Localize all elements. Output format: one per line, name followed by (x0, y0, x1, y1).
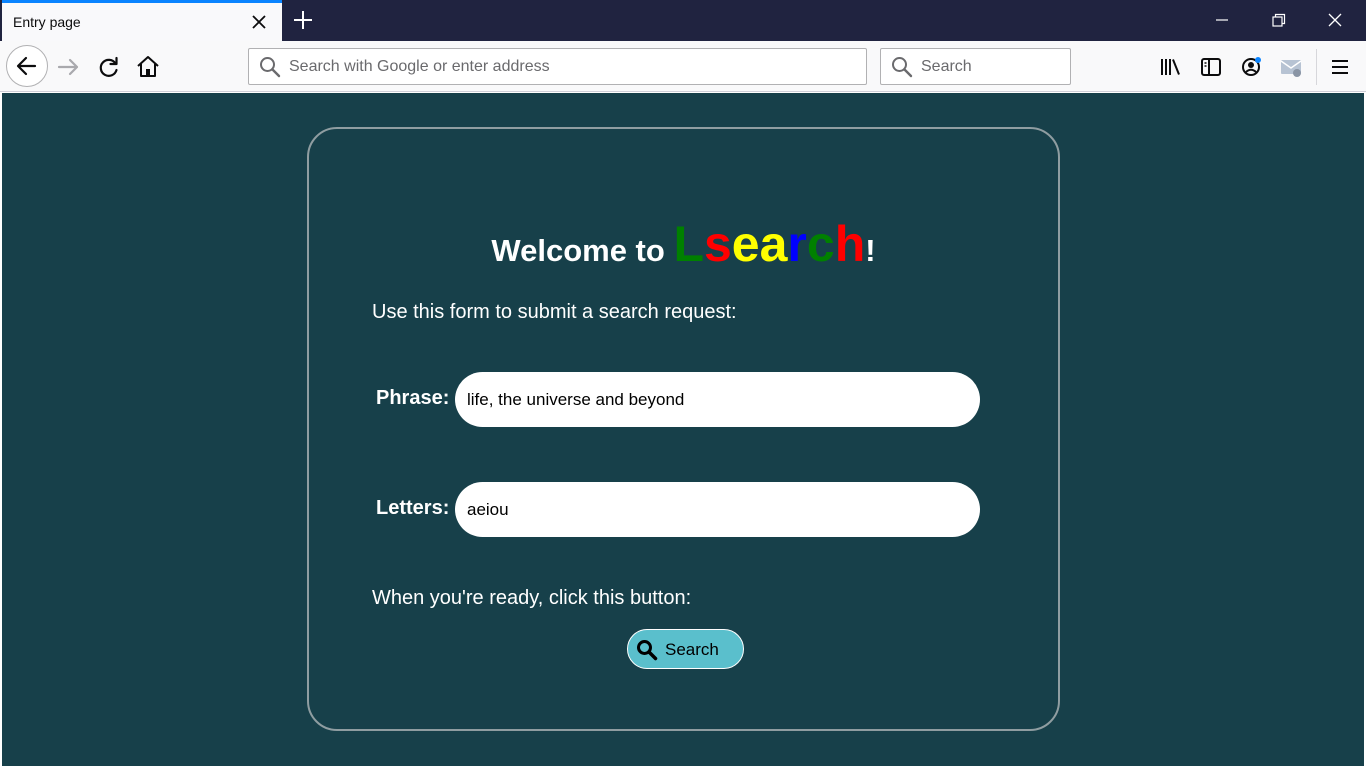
search-bar-input[interactable] (921, 49, 1061, 84)
restore-icon[interactable] (1256, 0, 1302, 41)
hamburger-menu-icon[interactable] (1328, 55, 1352, 79)
sidebar-icon[interactable] (1199, 55, 1223, 79)
brand-letter: e (731, 216, 760, 272)
home-icon[interactable] (132, 51, 164, 83)
phrase-label: Phrase: (376, 387, 450, 409)
search-icon (892, 57, 913, 78)
intro-text: Use this form to submit a search request… (372, 301, 737, 323)
window-close-icon[interactable] (1312, 0, 1358, 41)
search-icon (260, 57, 281, 78)
letters-input[interactable] (455, 482, 980, 537)
browser-titlebar: Entry page (0, 0, 1366, 41)
welcome-suffix: ! (865, 233, 876, 268)
search-icon (637, 640, 658, 661)
phrase-input[interactable] (455, 372, 980, 427)
search-submit-button[interactable]: Search (627, 629, 744, 669)
account-icon[interactable] (1239, 55, 1263, 79)
forward-arrow-icon[interactable] (53, 51, 85, 83)
address-input[interactable] (289, 49, 849, 84)
new-tab-icon[interactable] (291, 7, 315, 33)
reload-icon[interactable] (93, 51, 125, 83)
ready-text: When you're ready, click this button: (372, 587, 692, 609)
library-icon[interactable] (1159, 55, 1183, 79)
tab-entry-page[interactable]: Entry page (2, 0, 282, 41)
close-icon[interactable] (248, 11, 270, 33)
letters-label: Letters: (376, 497, 450, 519)
welcome-prefix: Welcome to (491, 233, 674, 268)
navigation-toolbar (0, 41, 1366, 92)
welcome-heading: Welcome to Lsearch! (309, 215, 1058, 273)
search-bar[interactable] (880, 48, 1071, 85)
brand-letter: a (759, 216, 788, 272)
brand-logo: Lsearch (673, 216, 865, 272)
brand-letter: c (806, 216, 835, 272)
page-content: Welcome to Lsearch! Use this form to sub… (2, 93, 1364, 766)
minimize-icon[interactable] (1199, 0, 1245, 41)
brand-letter: L (673, 216, 704, 272)
address-bar[interactable] (248, 48, 867, 85)
back-button[interactable] (6, 45, 48, 87)
brand-letter: h (834, 216, 866, 272)
back-arrow-icon (16, 56, 37, 76)
search-form-card: Welcome to Lsearch! Use this form to sub… (307, 127, 1060, 731)
toolbar-separator (1316, 49, 1317, 85)
search-button-label: Search (665, 640, 719, 659)
brand-letter: s (703, 216, 732, 272)
brand-letter: r (787, 216, 807, 272)
tab-title: Entry page (13, 14, 81, 30)
mail-icon[interactable] (1279, 55, 1303, 79)
